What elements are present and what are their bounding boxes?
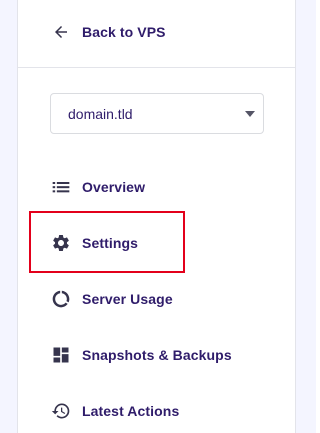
sidebar-item-snapshots-backups[interactable]: Snapshots & Backups <box>18 331 295 379</box>
back-label: Back to VPS <box>82 24 166 40</box>
donut-chart-icon <box>52 290 70 308</box>
sidebar-item-settings[interactable]: Settings <box>18 219 295 267</box>
sidebar-item-latest-actions[interactable]: Latest Actions <box>18 387 295 433</box>
sidebar-item-label: Latest Actions <box>82 403 180 419</box>
arrow-left-icon <box>55 26 67 38</box>
page-background: Back to VPS domain.tld Overview Settings… <box>0 0 316 433</box>
sidebar-panel: Back to VPS domain.tld Overview Settings… <box>17 0 296 433</box>
sidebar-item-server-usage[interactable]: Server Usage <box>18 275 295 323</box>
sidebar-item-overview[interactable]: Overview <box>18 163 295 211</box>
history-icon <box>51 403 70 419</box>
gear-icon <box>53 235 69 251</box>
sidebar-item-label: Server Usage <box>82 291 173 307</box>
server-select-value: domain.tld <box>68 106 133 122</box>
caret-down-icon <box>245 111 255 117</box>
dashboard-grid-icon <box>53 347 69 363</box>
sidebar-item-label: Settings <box>82 235 139 251</box>
sidebar-item-label: Overview <box>82 179 146 195</box>
back-to-vps-link[interactable]: Back to VPS <box>18 0 295 68</box>
sidebar-item-label: Snapshots & Backups <box>82 347 232 363</box>
list-icon <box>52 182 70 193</box>
server-select[interactable]: domain.tld <box>50 93 264 134</box>
